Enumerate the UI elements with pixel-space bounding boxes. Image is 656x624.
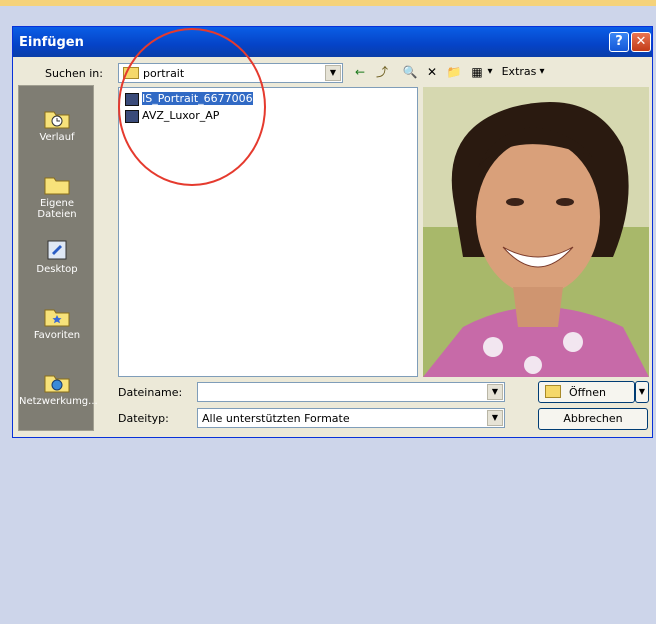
file-name: IS_Portrait_6677006 [142, 92, 253, 105]
place-label: Netzwerkumg... [19, 396, 98, 407]
views-dropdown-icon[interactable]: ▾ [485, 63, 495, 81]
file-icon [125, 109, 139, 123]
place-my-documents[interactable]: Eigene Dateien [19, 172, 95, 220]
filetype-value: Alle unterstützten Formate [202, 412, 350, 425]
filename-input[interactable]: ▼ [197, 382, 505, 402]
new-folder-icon[interactable]: 📁 [445, 63, 463, 81]
file-icon [125, 92, 139, 106]
chevron-down-icon[interactable]: ▼ [487, 384, 503, 400]
place-favorites[interactable]: Favoriten [19, 304, 95, 341]
cancel-button[interactable]: Abbrechen [538, 408, 648, 430]
desktop-icon [47, 240, 67, 260]
views-icon[interactable]: ▦ [469, 63, 485, 81]
open-button[interactable]: Öffnen [538, 381, 635, 403]
lookin-combo[interactable]: portrait ▼ [118, 63, 343, 83]
up-folder-icon[interactable]: ⤴ [373, 63, 391, 81]
delete-icon[interactable]: ✕ [423, 63, 441, 81]
extras-dropdown-icon[interactable]: ▾ [537, 63, 547, 81]
preview-image [423, 87, 649, 377]
network-icon [44, 375, 70, 393]
filename-label: Dateiname: [118, 386, 183, 399]
folder-icon [123, 67, 139, 79]
file-name: AVZ_Luxor_AP [142, 109, 220, 122]
search-web-icon[interactable]: 🔍 [401, 63, 419, 81]
chevron-down-icon[interactable]: ▼ [325, 65, 341, 81]
place-history[interactable]: Verlauf [19, 106, 95, 143]
chevron-down-icon[interactable]: ▼ [487, 410, 503, 426]
favorites-icon [44, 309, 70, 327]
history-icon [44, 111, 70, 129]
open-dropdown-button[interactable]: ▼ [635, 381, 649, 403]
places-bar: Verlauf Eigene Dateien Desktop Favoriten… [18, 85, 98, 431]
file-list[interactable]: IS_Portrait_6677006 AVZ_Luxor_AP [118, 87, 418, 377]
help-button[interactable]: ? [609, 32, 629, 52]
filetype-select[interactable]: Alle unterstützten Formate ▼ [197, 408, 505, 428]
place-network[interactable]: Netzwerkumg... [19, 370, 98, 407]
list-item[interactable]: IS_Portrait_6677006 [125, 91, 253, 106]
background-strip [0, 0, 656, 6]
place-desktop[interactable]: Desktop [19, 238, 95, 275]
back-icon[interactable]: ← [351, 63, 369, 81]
list-item[interactable]: AVZ_Luxor_AP [125, 108, 219, 123]
place-label: Eigene Dateien [37, 198, 77, 220]
title-bar[interactable]: Einfügen ? ✕ [13, 27, 652, 57]
place-label: Favoriten [33, 330, 81, 341]
open-label: Öffnen [569, 386, 606, 399]
open-folder-icon [545, 385, 561, 398]
place-label: Desktop [36, 264, 78, 275]
close-button[interactable]: ✕ [631, 32, 651, 52]
filetype-label: Dateityp: [118, 412, 169, 425]
lookin-label: Suchen in: [45, 67, 103, 80]
dialog-title: Einfügen [19, 35, 84, 50]
extras-menu[interactable]: Extras [501, 63, 537, 81]
insert-file-dialog: Einfügen ? ✕ Suchen in: portrait ▼ ← ⤴ 🔍… [12, 26, 653, 438]
my-documents-icon [44, 177, 70, 195]
place-label: Verlauf [39, 132, 75, 143]
lookin-value: portrait [143, 67, 185, 80]
